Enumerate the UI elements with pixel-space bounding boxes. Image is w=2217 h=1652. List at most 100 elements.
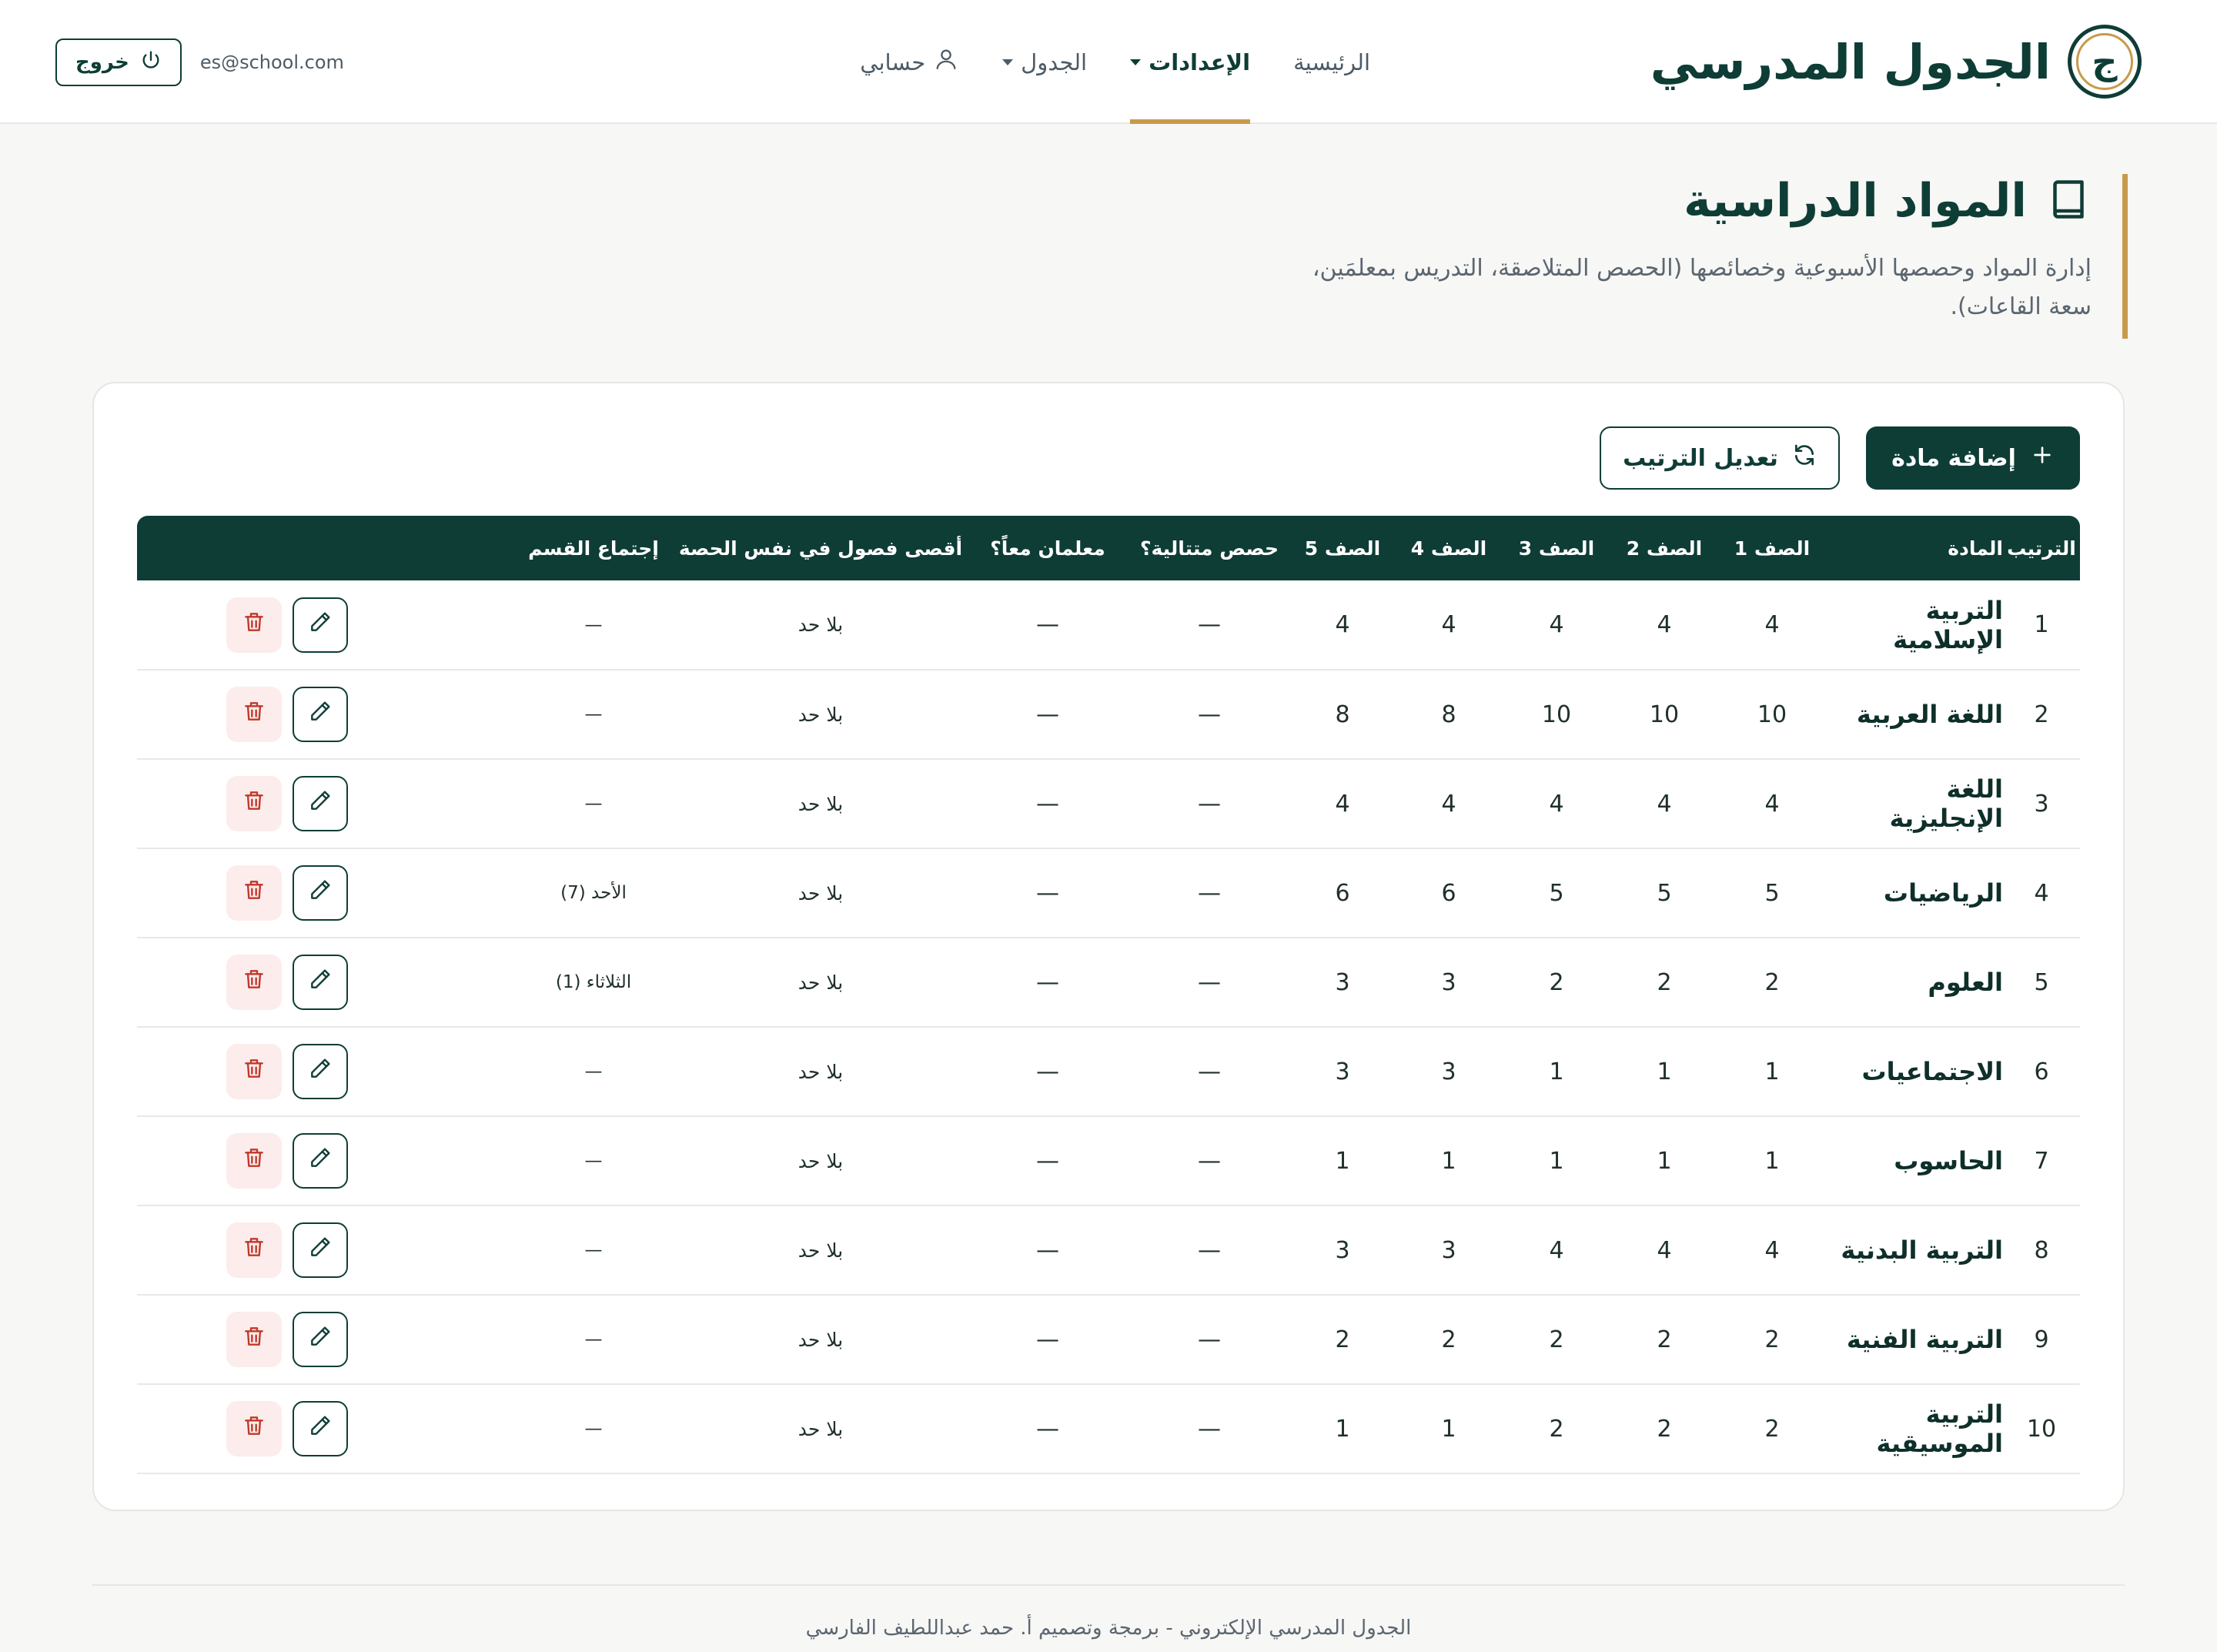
grade3-cell: 2 — [1503, 1295, 1610, 1385]
add-subject-button[interactable]: إضافة مادة — [1866, 426, 2080, 490]
edit-button[interactable] — [293, 1401, 348, 1456]
col-actions — [137, 516, 513, 580]
consecutive-cell: — — [1129, 759, 1290, 849]
dept-meeting-cell: الثلاثاء (1) — [513, 938, 674, 1028]
delete-button[interactable] — [226, 955, 282, 1010]
grade4-cell: 6 — [1395, 848, 1503, 938]
subject-name-cell: اللغة الإنجليزية — [1826, 759, 2003, 849]
table-row: 2 اللغة العربية 10 10 10 8 8— — بلا حد — — [137, 670, 2080, 760]
two-teachers-cell: — — [967, 580, 1129, 670]
nav-home-label: الرئيسية — [1293, 48, 1370, 75]
delete-button[interactable] — [226, 597, 282, 653]
nav-settings[interactable]: الإعدادات — [1130, 0, 1251, 124]
subject-name-cell: التربية البدنية — [1826, 1206, 2003, 1296]
two-teachers-cell: — — [967, 1384, 1129, 1474]
delete-button[interactable] — [226, 865, 282, 921]
edit-button[interactable] — [293, 1044, 348, 1099]
row-actions — [137, 955, 513, 1010]
grade2-cell: 1 — [1610, 1027, 1718, 1117]
edit-button[interactable] — [293, 597, 348, 653]
edit-button[interactable] — [293, 1133, 348, 1189]
grade4-cell: 3 — [1395, 1206, 1503, 1296]
nav-schedule[interactable]: الجدول — [1002, 0, 1087, 124]
dept-meeting-cell: — — [513, 759, 674, 849]
row-actions-cell — [137, 759, 513, 849]
row-actions — [137, 865, 513, 921]
delete-button[interactable] — [226, 1133, 282, 1189]
nav-schedule-label: الجدول — [1021, 48, 1088, 75]
row-actions-cell — [137, 1295, 513, 1385]
logout-button[interactable]: خروج — [55, 38, 182, 86]
grade2-cell: 2 — [1610, 1295, 1718, 1385]
chevron-down-icon — [1002, 59, 1014, 65]
row-actions — [137, 1222, 513, 1278]
pencil-icon — [308, 878, 333, 908]
edit-button[interactable] — [293, 955, 348, 1010]
grade1-cell: 4 — [1718, 759, 1826, 849]
grade4-cell: 1 — [1395, 1116, 1503, 1206]
main-nav: الرئيسية الإعدادات الجدول حسابي — [860, 0, 1370, 124]
dept-meeting-cell: — — [513, 1206, 674, 1296]
nav-home[interactable]: الرئيسية — [1293, 0, 1370, 124]
footer-divider — [92, 1584, 2125, 1586]
max-classes-cell: بلا حد — [674, 1206, 967, 1296]
delete-button[interactable] — [226, 1044, 282, 1099]
row-actions-cell — [137, 938, 513, 1028]
subject-name-cell: الاجتماعيات — [1826, 1027, 2003, 1117]
subjects-table-wrap: الترتيب المادة الصف 1 الصف 2 الصف 3 الصف… — [137, 516, 2080, 1474]
row-actions-cell — [137, 848, 513, 938]
row-actions-cell — [137, 1384, 513, 1474]
two-teachers-cell: — — [967, 1206, 1129, 1296]
edit-button[interactable] — [293, 1312, 348, 1367]
subject-name-cell: الحاسوب — [1826, 1116, 2003, 1206]
grade2-cell: 4 — [1610, 759, 1718, 849]
pencil-icon — [308, 1413, 333, 1444]
row-actions-cell — [137, 1206, 513, 1296]
delete-button[interactable] — [226, 1401, 282, 1456]
subject-name-cell: الرياضيات — [1826, 848, 2003, 938]
edit-button[interactable] — [293, 865, 348, 921]
footer-text: الجدول المدرسي الإلكتروني - برمجة وتصميم… — [805, 1617, 1412, 1640]
user-area: خروج es@school.com — [55, 38, 344, 86]
edit-button[interactable] — [293, 687, 348, 742]
table-row: 7 الحاسوب 1 1 1 1 1— — بلا حد — — [137, 1116, 2080, 1206]
grade5-cell: 4 — [1290, 580, 1395, 670]
trash-icon — [242, 967, 266, 998]
grade5-cell: 4 — [1290, 759, 1395, 849]
edit-button[interactable] — [293, 1222, 348, 1278]
col-two-teachers: معلمان معاً؟ — [990, 537, 1105, 560]
subject-name-cell: العلوم — [1826, 938, 2003, 1028]
page-description-line1: إدارة المواد وحصصها الأسبوعية وخصائصها (… — [1312, 255, 2092, 282]
grade2-cell: 1 — [1610, 1116, 1718, 1206]
delete-button[interactable] — [226, 687, 282, 742]
brand-letter: ج — [2092, 41, 2118, 82]
row-actions — [137, 1312, 513, 1367]
two-teachers-cell: — — [967, 1295, 1129, 1385]
delete-button[interactable] — [226, 1222, 282, 1278]
delete-button[interactable] — [226, 776, 282, 831]
pencil-icon — [308, 1056, 333, 1087]
grade4-cell: 2 — [1395, 1295, 1503, 1385]
brand[interactable]: ج الجدول المدرسي — [1650, 23, 2142, 100]
two-teachers-cell: — — [967, 938, 1129, 1028]
edit-button[interactable] — [293, 776, 348, 831]
delete-button[interactable] — [226, 1312, 282, 1367]
row-actions — [137, 687, 513, 742]
max-classes-cell: بلا حد — [674, 1384, 967, 1474]
nav-account[interactable]: حسابي — [860, 0, 959, 124]
col-subject[interactable]: المادة — [1826, 516, 2003, 580]
reorder-button[interactable]: تعديل الترتيب — [1600, 426, 1840, 490]
nav-settings-label: الإعدادات — [1149, 48, 1251, 75]
order-cell: 3 — [2003, 759, 2080, 849]
row-actions-cell — [137, 580, 513, 670]
grade3-cell: 4 — [1503, 580, 1610, 670]
trash-icon — [242, 788, 266, 819]
col-grade2: الصف 2 — [1626, 537, 1703, 560]
col-grade4: الصف 4 — [1410, 537, 1487, 560]
col-order[interactable]: الترتيب — [2003, 516, 2080, 580]
grade2-cell: 4 — [1610, 580, 1718, 670]
order-cell: 8 — [2003, 1206, 2080, 1296]
order-cell: 2 — [2003, 670, 2080, 760]
page-description: إدارة المواد وحصصها الأسبوعية وخصائصها (… — [1312, 249, 2092, 326]
grade1-cell: 1 — [1718, 1027, 1826, 1117]
